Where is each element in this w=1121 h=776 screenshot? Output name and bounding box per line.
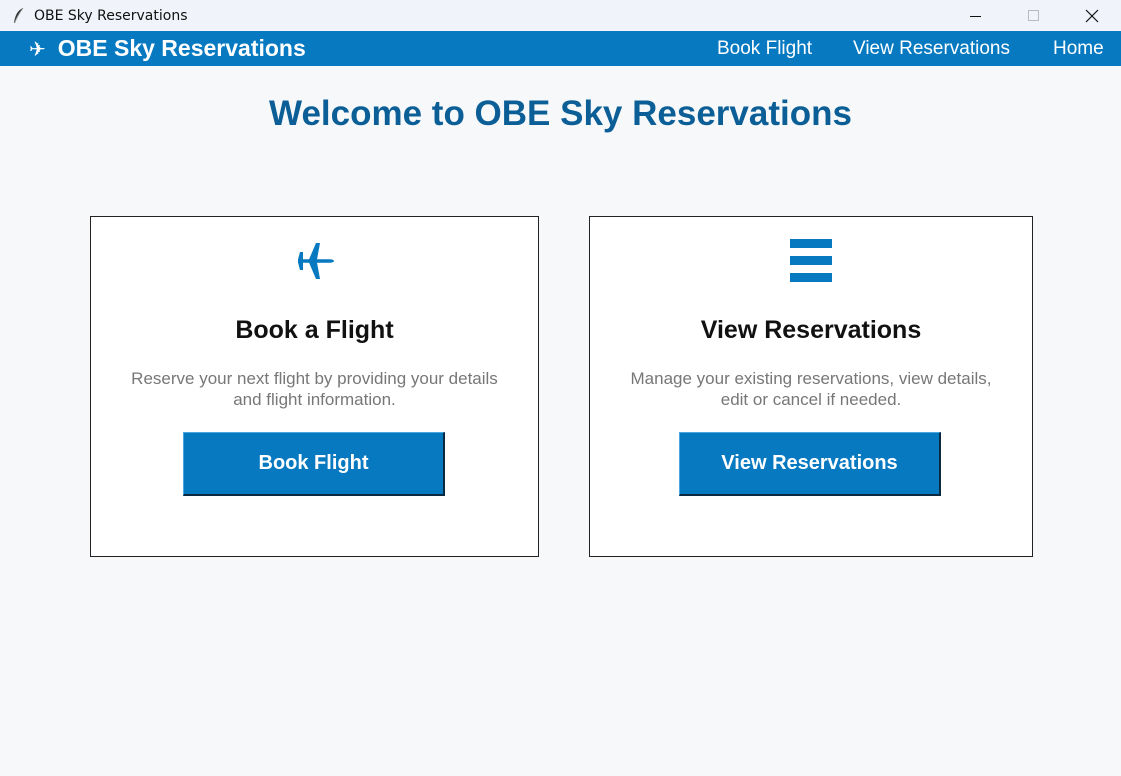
- nav-view-reservations[interactable]: View Reservations: [853, 31, 1010, 66]
- minimize-button[interactable]: [947, 0, 1005, 31]
- app-window: OBE Sky Reservations ✈ OBE Sky Reservati…: [0, 0, 1121, 776]
- book-flight-card: Book a Flight Reserve your next flight b…: [90, 216, 539, 557]
- close-button[interactable]: [1063, 0, 1121, 31]
- brand[interactable]: ✈ OBE Sky Reservations: [29, 31, 306, 66]
- nav-home[interactable]: Home: [1053, 31, 1104, 66]
- airplane-icon: ✈: [29, 36, 46, 61]
- nav-book-flight[interactable]: Book Flight: [717, 31, 812, 66]
- card-title: View Reservations: [700, 316, 922, 344]
- list-icon: [590, 239, 1032, 283]
- title-bar: OBE Sky Reservations: [0, 0, 1121, 31]
- card-description-line: Manage your existing reservations, view …: [630, 369, 992, 388]
- maximize-icon: [1028, 9, 1039, 21]
- view-reservations-button[interactable]: View Reservations: [679, 432, 941, 496]
- page-title: Welcome to OBE Sky Reservations: [269, 94, 852, 133]
- navbar: ✈ OBE Sky Reservations Book Flight View …: [0, 31, 1121, 66]
- book-flight-button[interactable]: Book Flight: [183, 432, 445, 496]
- card-title: Book a Flight: [235, 316, 394, 344]
- card-description: Manage your existing reservations, view …: [590, 368, 1032, 410]
- window-title: OBE Sky Reservations: [34, 7, 188, 24]
- close-icon: [1085, 9, 1099, 22]
- card-description-line: edit or cancel if needed.: [720, 390, 902, 409]
- card-description-line: and flight information.: [233, 390, 396, 409]
- window-controls: [947, 0, 1121, 31]
- brand-title: OBE Sky Reservations: [57, 35, 306, 61]
- minimize-icon: [970, 15, 981, 17]
- card-description: Reserve your next flight by providing yo…: [91, 368, 538, 410]
- maximize-button[interactable]: [1005, 0, 1063, 31]
- view-reservations-card: View Reservations Manage your existing r…: [589, 216, 1033, 557]
- feather-icon: [12, 7, 24, 25]
- card-description-line: Reserve your next flight by providing yo…: [131, 369, 498, 388]
- airplane-icon: [91, 239, 538, 283]
